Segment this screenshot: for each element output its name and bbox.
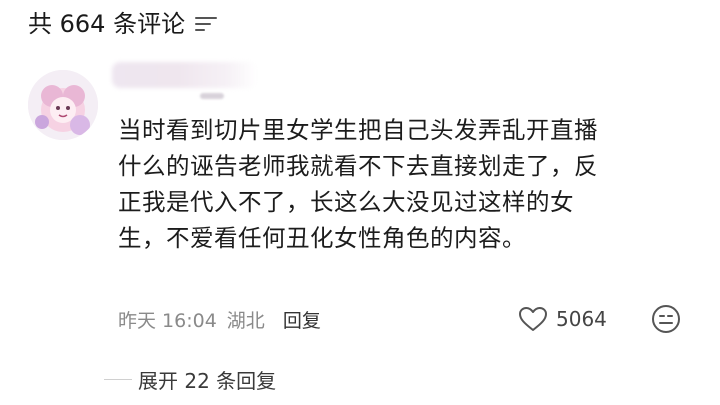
like-count: 5064 (556, 307, 607, 331)
comment-location: 湖北 (226, 309, 265, 332)
smiley-icon (652, 305, 680, 333)
comment-text: 当时看到切片里女学生把自己头发弄乱开直播 什么的诬告老师我就看不下去直接划走了，… (118, 112, 688, 256)
comment-meta: 昨天 16:04 湖北 回复 (118, 302, 321, 336)
like-button[interactable]: 5064 (518, 302, 607, 336)
emoji-reaction-button[interactable] (650, 303, 682, 335)
username-blurred-tail (200, 93, 224, 99)
username-blurred (112, 62, 257, 88)
heart-icon (519, 307, 547, 331)
comment-line: 正我是代入不了，长这么大没见过这样的女 (118, 188, 574, 216)
comment-line: 当时看到切片里女学生把自己头发弄乱开直播 (118, 116, 598, 144)
comment-time: 昨天 16:04 (118, 309, 217, 332)
avatar[interactable] (28, 70, 98, 140)
comment-line: 什么的诬告老师我就看不下去直接划走了，反 (118, 152, 598, 180)
expand-replies-label[interactable]: 展开 22 条回复 (138, 365, 276, 394)
divider-line (104, 378, 132, 380)
comment-line: 生，不爱看任何丑化女性角色的内容。 (118, 224, 526, 252)
expand-replies[interactable]: 展开 22 条回复 (104, 362, 276, 396)
comments-header: 共 664 条评论 (28, 4, 218, 38)
reply-button[interactable]: 回复 (283, 306, 321, 333)
sort-icon[interactable] (195, 15, 218, 31)
comment-count-title: 共 664 条评论 (28, 9, 186, 38)
